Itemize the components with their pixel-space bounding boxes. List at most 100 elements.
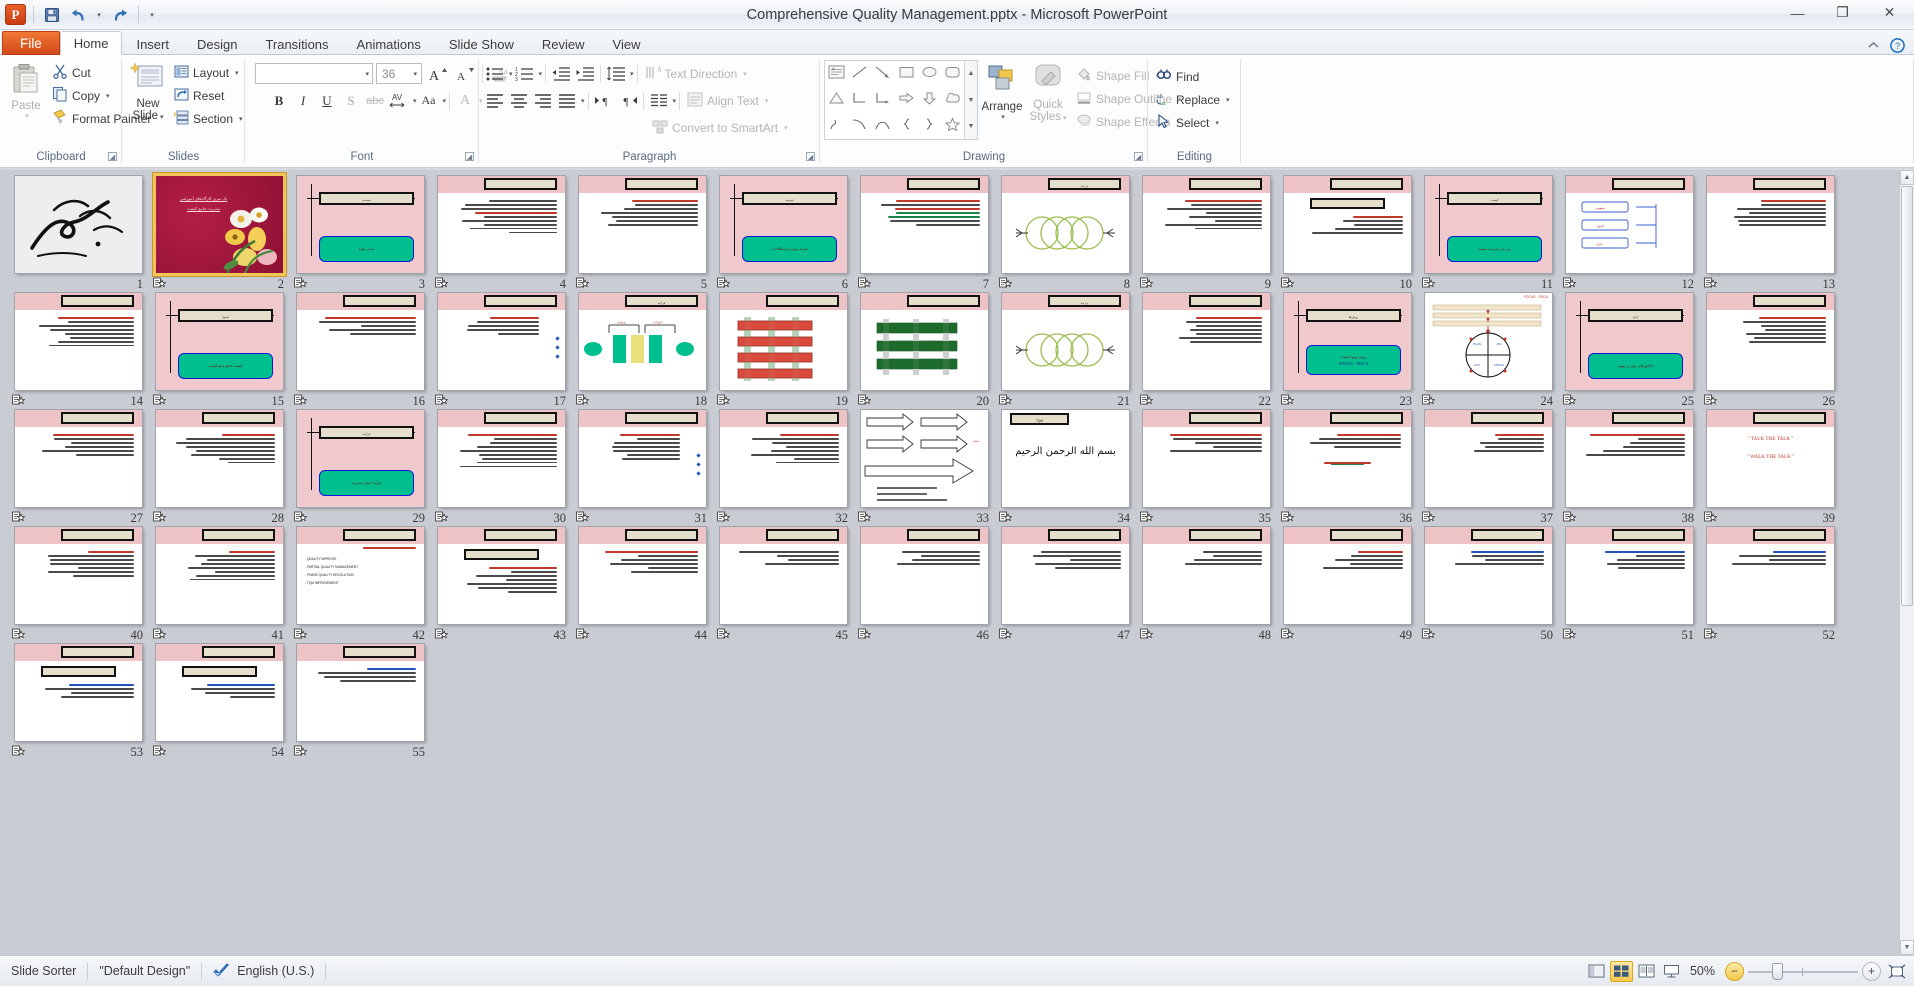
slide-cell[interactable]: 20 [854,293,995,410]
slide-thumbnail[interactable] [297,644,424,741]
slide-thumbnail[interactable]: مقدمه مبانی اولیه [297,176,424,273]
slide-cell[interactable]: تعریف تعریف واژه و اصطلاحات 6 [713,176,854,293]
increase-indent-button[interactable] [573,62,597,85]
elbow-arrow-connector-shape[interactable] [874,91,891,110]
slide-thumbnail[interactable] [438,176,565,273]
slide-cell[interactable]: 1 [8,176,149,293]
zoom-slider[interactable] [1744,962,1862,981]
slide-thumbnail[interactable]: FOCUS - PDCA PLAN DO ACT CHECK [1425,293,1552,390]
tab-slide-show[interactable]: Slide Show [435,32,528,55]
down-arrow-shape[interactable] [921,91,938,110]
drawing-dialog-launcher[interactable]: ◢ [1134,152,1143,161]
text-box-shape[interactable]: A [828,65,845,84]
bold-button[interactable]: B [267,89,291,112]
customize-qat-icon[interactable]: ▾ [146,4,158,25]
slide-cell[interactable]: 5 [572,176,713,293]
slide-thumbnail[interactable] [1002,527,1129,624]
slide-thumbnail[interactable]: تعریف تعریف واژه و اصطلاحات [720,176,847,273]
minimize-button[interactable]: — [1775,0,1820,25]
text-shadow-button[interactable]: S [339,89,363,112]
save-icon[interactable] [41,4,63,25]
slide-thumbnail[interactable] [1143,176,1270,273]
tab-design[interactable]: Design [183,32,251,55]
cloud-shape[interactable] [944,91,961,110]
font-dialog-launcher[interactable]: ◢ [465,152,474,161]
slide-cell[interactable]: روش‌ها روش بهبود کیفیت FOCUS - PDCA 23 [1277,293,1418,410]
columns-button[interactable] [647,89,671,112]
minimize-ribbon-icon[interactable] [1865,37,1882,54]
slide-thumbnail[interactable] [438,410,565,507]
align-right-button[interactable] [531,89,555,112]
italic-button[interactable]: I [291,89,315,112]
slide-thumbnail[interactable]: فرآیند فرآیند اصلی مدیریت [297,410,424,507]
slide-cell[interactable]: 40 [8,527,149,644]
align-text-button[interactable]: Align Text ▾ [683,89,772,112]
slide-cell[interactable]: 22 [1136,293,1277,410]
zoom-slider-handle[interactable] [1772,963,1783,980]
section-button[interactable]: Section ▾ [170,107,247,130]
arc-shape[interactable] [874,117,891,136]
layout-button[interactable]: Layout ▾ [170,61,247,84]
slide-cell[interactable]: " TALK THE TALK " " WALK THE TALK " 39 [1700,410,1841,527]
character-spacing-button[interactable]: AV [387,89,411,112]
convert-to-smartart-button[interactable]: Convert to SmartArt ▾ [648,116,792,139]
slide-thumbnail[interactable] [1425,410,1552,507]
slide-thumbnail[interactable] [720,410,847,507]
vertical-scrollbar[interactable]: ▲ ▼ [1899,170,1914,955]
arrow-shape[interactable] [874,65,891,84]
right-brace-shape[interactable] [921,117,938,136]
slide-sorter-view-button[interactable] [1610,961,1633,982]
slide-thumbnail[interactable] [15,293,142,390]
slide-thumbnail[interactable] [720,293,847,390]
slide-cell[interactable]: 16 [290,293,431,410]
undo-dropdown-icon[interactable]: ▾ [93,4,105,25]
slide-cell[interactable]: اصول کیفیت جامع مانع کیفیت 15 [149,293,290,410]
numbering-button[interactable]: 123 [513,62,537,85]
ltr-text-direction-button[interactable]: ¶ [592,89,616,112]
slide-cell[interactable]: 36 [1277,410,1418,527]
change-case-button[interactable]: Aa [417,89,441,112]
align-center-button[interactable] [507,89,531,112]
slide-thumbnail[interactable] [1284,410,1411,507]
slide-thumbnail[interactable] [579,527,706,624]
slide-cell[interactable]: 49 [1277,527,1418,644]
slide-cell[interactable]: 10 [1277,176,1418,293]
slide-cell[interactable]: - QUALITY IMPROVE. - PARTIAL QUALITY MANA… [290,527,431,644]
tab-transitions[interactable]: Transitions [251,32,342,55]
font-name-combobox[interactable]: ▾ [255,63,373,84]
quick-styles-button[interactable]: Quick Styles ▾ [1026,60,1070,146]
underline-button[interactable]: U [315,89,339,112]
slide-cell[interactable]: 28 [149,410,290,527]
tab-file[interactable]: File [2,31,60,55]
slide-thumbnail[interactable]: چرخه [1002,293,1129,390]
slide-cell[interactable]: 17 [431,293,572,410]
slide-thumbnail[interactable]: نتیجه [861,410,988,507]
curve-shape[interactable] [851,117,868,136]
paste-button[interactable]: Paste ▾ [4,59,48,145]
slide-cell[interactable]: 44 [572,527,713,644]
tab-review[interactable]: Review [528,32,599,55]
clipboard-dialog-launcher[interactable]: ◢ [108,152,117,161]
slide-cell[interactable]: FOCUS - PDCA PLAN DO ACT CHECK 24 [1418,293,1559,410]
shapes-gallery-scrollbar[interactable]: ▲ ▼ ▼ [965,60,978,140]
fit-to-window-button[interactable] [1885,961,1908,982]
slide-cell[interactable]: مقدمه مبانی اولیه 3 [290,176,431,293]
right-arrow-shape[interactable] [898,91,915,110]
font-size-combobox[interactable]: 36 ▾ [376,63,422,84]
slide-thumbnail[interactable]: یک سری کارگاه‌های آموزشی مدیریت جامع کیف… [156,176,283,273]
tab-animations[interactable]: Animations [343,32,435,55]
slide-cell[interactable]: 7 [854,176,995,293]
grow-font-button[interactable]: A [425,62,449,85]
slide-thumbnail[interactable] [861,527,988,624]
help-icon[interactable]: ? [1889,37,1906,54]
restore-button[interactable]: ❐ [1820,0,1865,25]
language-status[interactable]: English (U.S.) [202,961,325,981]
slide-thumbnail[interactable] [15,527,142,624]
line-shape[interactable] [851,65,868,84]
slide-thumbnail[interactable] [156,410,283,507]
slide-thumbnail[interactable] [720,527,847,624]
slide-cell[interactable]: 41 [149,527,290,644]
slide-thumbnail[interactable]: روش‌ها روش بهبود کیفیت FOCUS - PDCA [1284,293,1411,390]
slide-cell[interactable]: 9 [1136,176,1277,293]
slide-thumbnail[interactable]: - QUALITY IMPROVE. - PARTIAL QUALITY MANA… [297,527,424,624]
